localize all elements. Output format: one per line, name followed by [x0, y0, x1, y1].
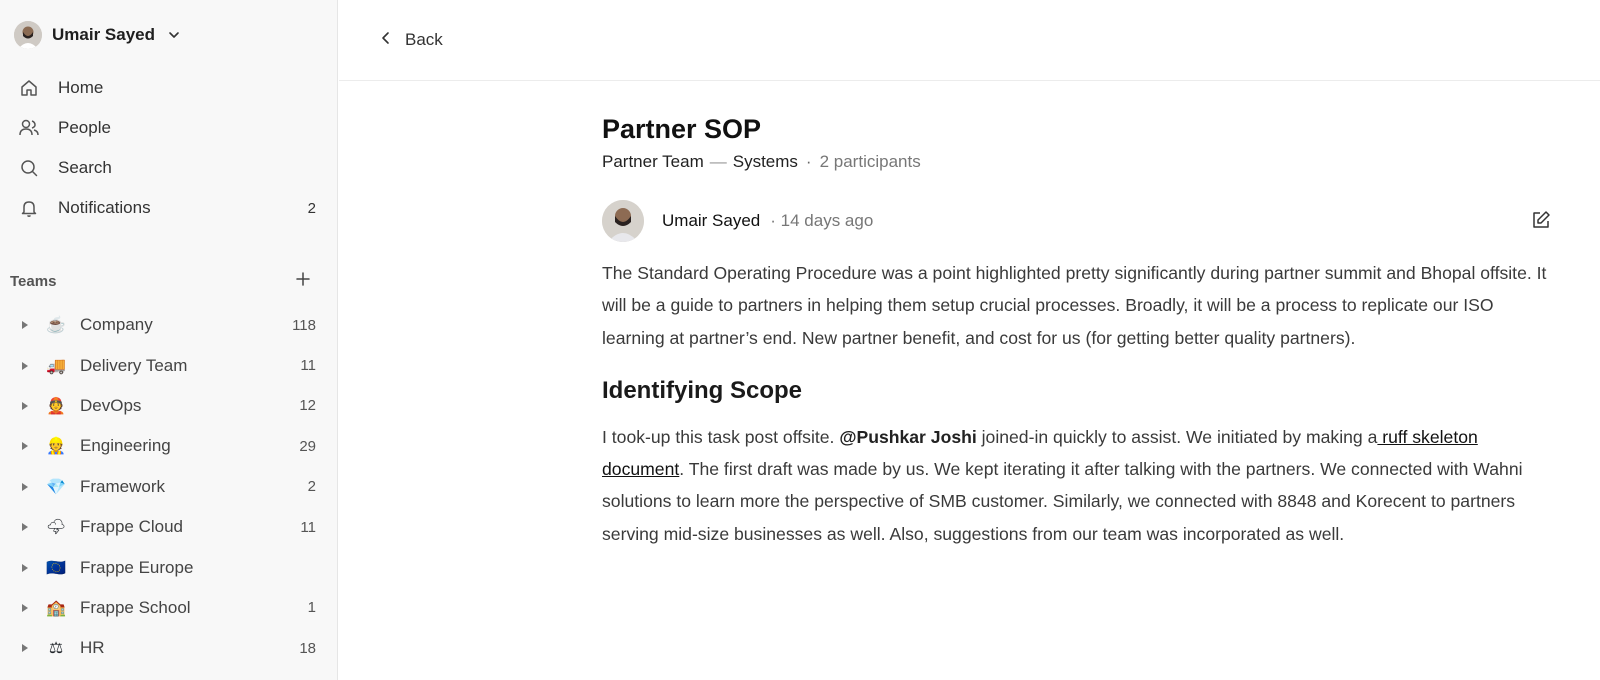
- people-icon: [18, 117, 40, 139]
- team-emoji: 🌩: [45, 519, 67, 537]
- teams-label: Teams: [10, 272, 57, 290]
- caret-right-icon[interactable]: [20, 361, 30, 371]
- team-name: Framework: [80, 476, 166, 496]
- add-team-button[interactable]: [294, 270, 312, 293]
- post-timestamp: · 14 days ago: [770, 211, 874, 230]
- caret-right-icon[interactable]: [20, 603, 30, 613]
- sidebar-item-team-engineering[interactable]: 👷 Engineering 29: [0, 426, 338, 466]
- paragraph-text: . The first draft was made by us. We kep…: [602, 459, 1523, 544]
- user-mention[interactable]: @Pushkar Joshi: [839, 427, 976, 447]
- team-emoji: 🇪🇺: [46, 559, 66, 577]
- team-name: HR: [80, 638, 105, 658]
- edit-icon: [1530, 211, 1552, 235]
- sidebar-item-search[interactable]: Search: [0, 148, 338, 188]
- team-name: Frappe Europe: [80, 557, 194, 577]
- paragraph-text: joined-in quickly to assist. We initiate…: [976, 426, 1378, 447]
- sidebar-item-notifications[interactable]: Notifications 2: [0, 188, 338, 228]
- team-count: 11: [300, 357, 316, 375]
- user-menu[interactable]: Umair Sayed: [14, 20, 181, 50]
- sidebar-item-label: Home: [58, 78, 104, 97]
- sidebar: Umair Sayed Home People Search Notificat…: [0, 0, 338, 680]
- caret-right-icon[interactable]: [20, 522, 30, 532]
- sidebar-item-team-frappe-cloud[interactable]: 🌩 Frappe Cloud 11: [0, 507, 338, 547]
- notification-count: 2: [307, 199, 316, 217]
- section-heading: Identifying Scope: [602, 376, 803, 404]
- team-name: Engineering: [80, 436, 171, 456]
- team-count: 29: [299, 437, 316, 455]
- caret-right-icon[interactable]: [20, 482, 30, 492]
- sidebar-item-label: People: [58, 118, 111, 137]
- avatar: [602, 200, 644, 242]
- team-count: 1: [307, 599, 316, 617]
- user-name: Umair Sayed: [52, 25, 155, 44]
- bell-icon: [18, 197, 40, 219]
- sidebar-item-team-company[interactable]: ☕ Company 118: [0, 305, 338, 345]
- sidebar-nav: Home People Search Notifications 2: [0, 68, 338, 228]
- team-emoji: 🚚: [46, 357, 66, 375]
- team-count: 18: [299, 639, 316, 657]
- sidebar-item-team-framework[interactable]: 💎 Framework 2: [0, 467, 338, 507]
- post-author[interactable]: Umair Sayed: [662, 211, 760, 231]
- team-emoji: 🏫: [46, 599, 66, 617]
- project-link[interactable]: Systems: [733, 151, 798, 173]
- caret-right-icon[interactable]: [20, 441, 30, 451]
- post-paragraph: I took-up this task post offsite. @Pushk…: [602, 421, 1552, 550]
- home-icon: [18, 77, 40, 99]
- team-name: Delivery Team: [80, 355, 188, 375]
- post-paragraph: The Standard Operating Procedure was a p…: [602, 263, 1547, 348]
- team-emoji: 👷: [46, 438, 66, 456]
- team-name: DevOps: [80, 395, 142, 415]
- discussion: Partner SOP Partner Team — Systems · 2 p…: [602, 112, 1552, 550]
- team-count: 2: [307, 478, 316, 496]
- sidebar-item-team-hr[interactable]: ⚖ HR 18: [0, 628, 338, 668]
- sidebar-item-team-devops[interactable]: 👲 DevOps 12: [0, 386, 338, 426]
- sidebar-item-label: Notifications: [58, 198, 151, 217]
- team-emoji: ⚖: [48, 640, 64, 658]
- plus-icon: [294, 272, 312, 292]
- caret-right-icon[interactable]: [20, 563, 30, 573]
- team-count: 12: [299, 397, 316, 415]
- team-count: 118: [292, 316, 316, 334]
- caret-right-icon[interactable]: [20, 320, 30, 330]
- back-button[interactable]: Back: [379, 27, 443, 53]
- sidebar-item-label: Search: [58, 158, 112, 177]
- back-label: Back: [405, 30, 443, 49]
- sidebar-item-people[interactable]: People: [0, 108, 338, 148]
- team-name: Company: [80, 315, 153, 335]
- teams-header: Teams: [10, 268, 320, 294]
- paragraph-text: I took-up this task post offsite.: [602, 426, 840, 447]
- team-emoji: ☕: [46, 317, 66, 335]
- sidebar-item-home[interactable]: Home: [0, 68, 338, 108]
- topbar: Back: [339, 0, 1600, 81]
- team-name: Frappe Cloud: [80, 517, 184, 537]
- sidebar-item-team-delivery[interactable]: 🚚 Delivery Team 11: [0, 345, 338, 385]
- team-count: 11: [300, 518, 316, 536]
- teams-list: ☕ Company 118 🚚 Delivery Team 11 👲 DevOp…: [0, 305, 338, 669]
- chevron-down-icon: [167, 28, 181, 42]
- caret-right-icon[interactable]: [20, 643, 30, 653]
- breadcrumb-separator: —: [709, 152, 727, 171]
- meta-dot: ·: [805, 152, 812, 171]
- post-header: Umair Sayed · 14 days ago: [602, 199, 1552, 243]
- team-link[interactable]: Partner Team: [602, 151, 704, 173]
- main-content: Back Partner SOP Partner Team — Systems …: [339, 0, 1600, 680]
- breadcrumb: Partner Team — Systems · 2 participants: [602, 151, 1552, 173]
- sidebar-item-team-frappe-europe[interactable]: 🇪🇺 Frappe Europe: [0, 547, 338, 587]
- team-emoji: 💎: [46, 478, 66, 496]
- page-title: Partner SOP: [602, 114, 762, 144]
- edit-button[interactable]: [1530, 209, 1552, 236]
- team-emoji: 👲: [46, 397, 66, 415]
- search-icon: [18, 157, 40, 179]
- avatar: [14, 21, 42, 49]
- caret-right-icon[interactable]: [20, 401, 30, 411]
- participants-count[interactable]: 2 participants: [820, 151, 921, 173]
- sidebar-item-team-frappe-school[interactable]: 🏫 Frappe School 1: [0, 588, 338, 628]
- chevron-left-icon: [379, 31, 393, 50]
- team-name: Frappe School: [80, 597, 191, 617]
